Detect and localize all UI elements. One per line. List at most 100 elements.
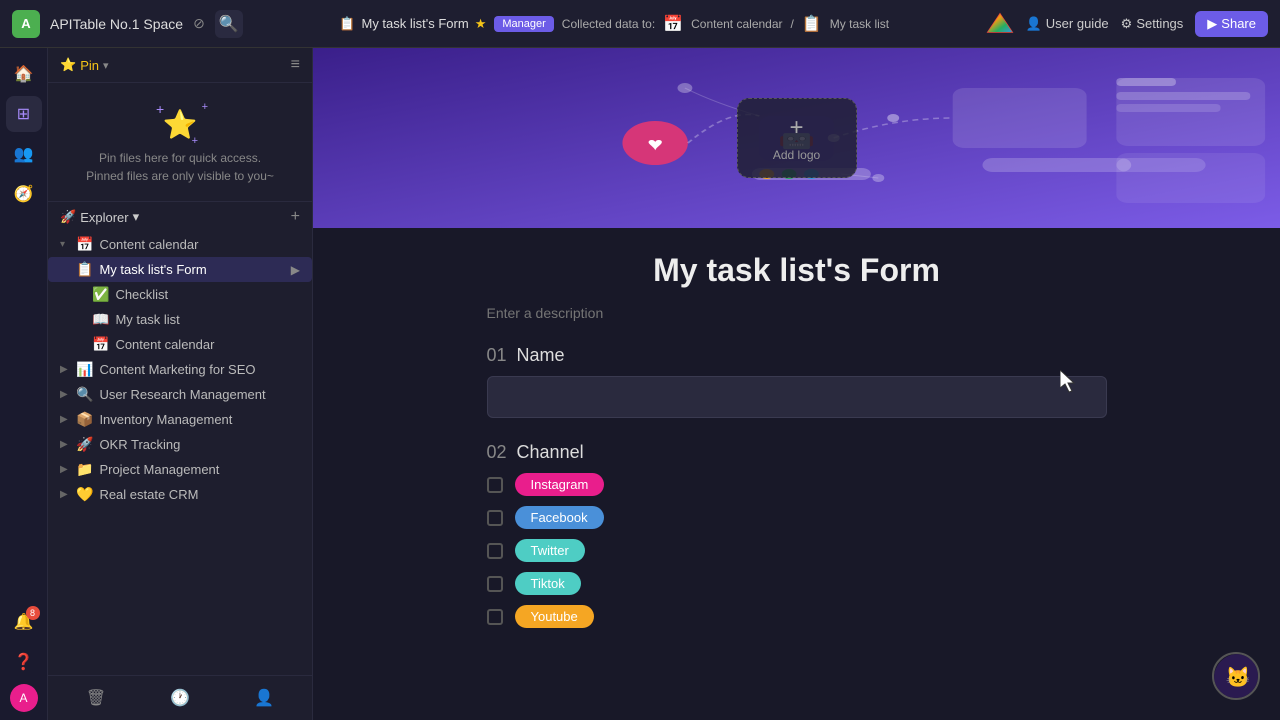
share-icon: ▶ bbox=[1207, 16, 1217, 32]
project-mgmt-icon: 📁 bbox=[76, 461, 93, 478]
sidebar-item-label: Real estate CRM bbox=[99, 487, 300, 502]
chevron-right-icon: ▶ bbox=[60, 414, 70, 425]
explorer-add-button[interactable]: + bbox=[291, 208, 300, 226]
checkbox-facebook[interactable] bbox=[487, 510, 503, 526]
share-label: Share bbox=[1221, 16, 1256, 31]
sidebar-item-content-marketing[interactable]: ▶ 📊 Content Marketing for SEO bbox=[48, 357, 312, 382]
chevron-right-icon: ▶ bbox=[60, 439, 70, 450]
sidebar-collapse-button[interactable]: ≡ bbox=[291, 56, 300, 74]
explorer-label: Explorer bbox=[80, 210, 128, 225]
field-label-name: Name bbox=[517, 345, 565, 366]
inventory-icon: 📦 bbox=[76, 411, 93, 428]
search-button[interactable]: 🔍 bbox=[215, 10, 243, 38]
pin-label: Pin bbox=[80, 58, 99, 73]
topbar: A APITable No.1 Space ⊘ 🔍 📋 My task list… bbox=[0, 0, 1280, 48]
channel-option-instagram: Instagram bbox=[487, 473, 1107, 496]
field-label-channel: Channel bbox=[517, 442, 584, 463]
breadcrumb: 📋 My task list's Form ★ bbox=[339, 16, 486, 32]
checkbox-youtube[interactable] bbox=[487, 609, 503, 625]
delete-button[interactable]: 🗑 bbox=[80, 682, 112, 714]
share-button[interactable]: ▶ Share bbox=[1195, 11, 1268, 37]
settings-icon: ⚙ bbox=[1121, 16, 1133, 32]
pin-plus-2: + bbox=[202, 101, 208, 113]
user-research-icon: 🔍 bbox=[76, 386, 93, 403]
star-icon[interactable]: ★ bbox=[475, 16, 487, 32]
sidebar-item-checklist[interactable]: ✅ Checklist bbox=[48, 282, 312, 307]
pin-star-container: + ⭐ + + bbox=[150, 99, 210, 149]
history-button[interactable]: 🕐 bbox=[164, 682, 196, 714]
pin-placeholder-text: Pin files here for quick access. Pinned … bbox=[86, 149, 274, 185]
field-input-name[interactable] bbox=[487, 376, 1107, 418]
checklist-icon: ✅ bbox=[92, 286, 109, 303]
sidebar-item-label: Content Marketing for SEO bbox=[99, 362, 300, 377]
add-member-button[interactable]: 👤 bbox=[248, 682, 280, 714]
user-guide-button[interactable]: 👤 User guide bbox=[1026, 16, 1109, 32]
chevron-down-icon: ▾ bbox=[60, 239, 70, 250]
checkbox-twitter[interactable] bbox=[487, 543, 503, 559]
checkbox-instagram[interactable] bbox=[487, 477, 503, 493]
sidebar-panel-top: ⭐ Pin ▾ ≡ bbox=[48, 48, 312, 83]
main-content: ♥ 🤖 + bbox=[313, 48, 1280, 720]
task-list-link[interactable]: My task list bbox=[830, 17, 889, 31]
okr-icon: 🚀 bbox=[76, 436, 93, 453]
sidebar-item-my-task-list-form[interactable]: 📋 My task list's Form ▶ bbox=[48, 257, 312, 282]
sidebar-item-okr-tracking[interactable]: ▶ 🚀 OKR Tracking bbox=[48, 432, 312, 457]
notification-badge: 8 bbox=[26, 606, 40, 620]
sidebar-icon-compass[interactable]: 🧭 bbox=[6, 176, 42, 212]
sidebar-icon-help[interactable]: ❓ bbox=[6, 644, 42, 680]
channel-option-facebook: Facebook bbox=[487, 506, 1107, 529]
chevron-right-icon: ▶ bbox=[60, 364, 70, 375]
sidebar-item-label: My task list's Form bbox=[99, 262, 284, 277]
tag-tiktok[interactable]: Tiktok bbox=[515, 572, 581, 595]
content-calendar-link[interactable]: Content calendar bbox=[691, 17, 782, 31]
edit-space-icon[interactable]: ⊘ bbox=[193, 15, 205, 32]
settings-button[interactable]: ⚙ Settings bbox=[1121, 16, 1184, 32]
sidebar-item-my-task-list[interactable]: 📖 My task list bbox=[48, 307, 312, 332]
checkbox-tiktok[interactable] bbox=[487, 576, 503, 592]
sidebar-item-real-estate-crm[interactable]: ▶ 💛 Real estate CRM bbox=[48, 482, 312, 507]
sidebar-icon-home[interactable]: 🏠 bbox=[6, 56, 42, 92]
form-description-input[interactable] bbox=[487, 305, 1107, 321]
channel-option-twitter: Twitter bbox=[487, 539, 1107, 562]
pin-star-icon: ⭐ bbox=[60, 57, 76, 73]
tag-youtube[interactable]: Youtube bbox=[515, 605, 594, 628]
sidebar-item-inventory-management[interactable]: ▶ 📦 Inventory Management bbox=[48, 407, 312, 432]
field-number-02: 02 bbox=[487, 442, 507, 463]
add-logo-button[interactable]: + Add logo bbox=[737, 98, 857, 178]
form-icon: 📋 bbox=[339, 16, 355, 32]
tag-twitter[interactable]: Twitter bbox=[515, 539, 585, 562]
breadcrumb-slash: / bbox=[791, 17, 794, 31]
sidebar-item-project-management[interactable]: ▶ 📁 Project Management bbox=[48, 457, 312, 482]
form-icon: 📋 bbox=[76, 261, 93, 278]
sidebar-panel: ⭐ Pin ▾ ≡ + ⭐ + + Pin files here for qui… bbox=[48, 48, 313, 720]
svg-text:🐱: 🐱 bbox=[1226, 666, 1251, 689]
task-list-icon: 📖 bbox=[92, 311, 109, 328]
sidebar-tree: ▾ 📅 Content calendar 📋 My task list's Fo… bbox=[48, 232, 312, 675]
sidebar-item-label: User Research Management bbox=[99, 387, 300, 402]
tag-instagram[interactable]: Instagram bbox=[515, 473, 605, 496]
sidebar-icon-strip: 🏠 ⊞ 👥 🧭 🔔 8 ❓ A bbox=[0, 48, 48, 720]
pin-section[interactable]: ⭐ Pin ▾ bbox=[60, 57, 109, 73]
sidebar-icon-users[interactable]: 👥 bbox=[6, 136, 42, 172]
sidebar-item-user-research[interactable]: ▶ 🔍 User Research Management bbox=[48, 382, 312, 407]
user-guide-icon: 👤 bbox=[1026, 16, 1042, 32]
content-calendar-icon: 📅 bbox=[663, 14, 683, 34]
pin-plus-1: + bbox=[156, 101, 164, 117]
sidebar-icon-grid[interactable]: ⊞ bbox=[6, 96, 42, 132]
app-title: APITable No.1 Space bbox=[50, 16, 183, 32]
sidebar-icon-notifications[interactable]: 🔔 8 bbox=[6, 604, 42, 640]
tag-facebook[interactable]: Facebook bbox=[515, 506, 604, 529]
sidebar-item-content-calendar[interactable]: ▾ 📅 Content calendar bbox=[48, 232, 312, 257]
user-guide-label: User guide bbox=[1046, 16, 1109, 31]
sidebar-item-label: My task list bbox=[115, 312, 300, 327]
sidebar-icon-avatar[interactable]: A bbox=[10, 684, 38, 712]
form-field-channel: 02 Channel Instagram Facebook bbox=[487, 442, 1107, 628]
channel-option-tiktok: Tiktok bbox=[487, 572, 1107, 595]
topbar-right: 👤 User guide ⚙ Settings ▶ Share bbox=[986, 10, 1268, 38]
explorer-chevron-icon: ▾ bbox=[133, 209, 140, 225]
form-body: My task list's Form 01 Name 02 Channel bbox=[447, 228, 1147, 676]
user-avatar[interactable]: A bbox=[12, 10, 40, 38]
sidebar-item-content-calendar-sub[interactable]: 📅 Content calendar bbox=[48, 332, 312, 357]
explorer-title[interactable]: 🚀 Explorer ▾ bbox=[60, 209, 139, 225]
form-title: My task list's Form bbox=[487, 252, 1107, 289]
